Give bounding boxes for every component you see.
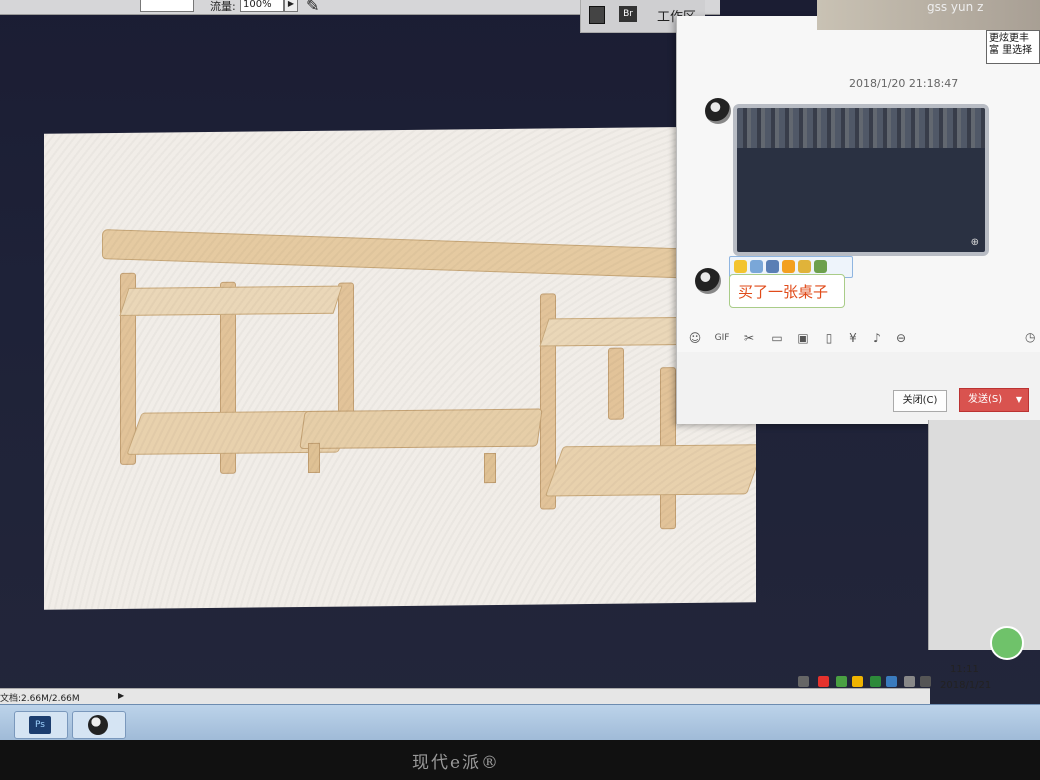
photo-content bbox=[737, 108, 985, 148]
shake-icon[interactable]: ▯ bbox=[821, 330, 837, 346]
document-icon[interactable] bbox=[750, 260, 763, 273]
opacity-field[interactable] bbox=[140, 0, 194, 12]
desk-leg bbox=[660, 367, 676, 530]
status-arrow-icon[interactable]: ▶ bbox=[118, 691, 124, 700]
music-icon[interactable]: ♪ bbox=[869, 330, 885, 346]
tray-keyboard-icon[interactable] bbox=[798, 676, 809, 687]
airbrush-icon[interactable]: ✎ bbox=[306, 0, 319, 15]
tray-update-icon[interactable] bbox=[886, 676, 897, 687]
desk-leg bbox=[338, 282, 354, 415]
contact-name: gss yun z bbox=[927, 0, 984, 14]
taskbar: Ps bbox=[0, 704, 1040, 740]
flow-dropdown-arrow-icon[interactable]: ▶ bbox=[284, 0, 298, 12]
desk-leg bbox=[540, 293, 556, 510]
text-message-bubble[interactable]: 买了一张桌子 bbox=[729, 274, 845, 308]
flow-input[interactable]: 100% bbox=[240, 0, 284, 12]
bridge-icon[interactable]: Br bbox=[619, 6, 637, 22]
emoji-icon[interactable] bbox=[734, 260, 747, 273]
desk-lower-shelf bbox=[126, 410, 354, 455]
ps-canvas[interactable] bbox=[44, 126, 756, 610]
stool-leg bbox=[308, 442, 320, 473]
folder-icon[interactable] bbox=[798, 260, 811, 273]
send-button-label: 发送(S) bbox=[968, 394, 1003, 405]
smiley-icon[interactable]: ☺ bbox=[687, 330, 703, 346]
tray-app-icon[interactable] bbox=[870, 676, 881, 687]
send-button[interactable]: 发送(S) ▼ bbox=[959, 388, 1029, 412]
tray-qq-icon[interactable] bbox=[818, 676, 829, 687]
image-message[interactable]: ⊕ bbox=[733, 104, 989, 256]
tray-network-icon[interactable] bbox=[852, 676, 863, 687]
input-area[interactable]: 关闭(C) 发送(S) ▼ bbox=[677, 352, 1040, 424]
red-packet-icon[interactable]: ¥ bbox=[845, 330, 861, 346]
monitor-bezel: 现代e派® bbox=[0, 740, 1040, 780]
more-icon[interactable]: ⊖ bbox=[893, 330, 909, 346]
footstool-image bbox=[299, 408, 543, 450]
tray-signal-icon[interactable] bbox=[904, 676, 915, 687]
tray-volume-icon[interactable] bbox=[920, 676, 931, 687]
input-toolbar: ☺ GIF ✂ ▭ ▣ ▯ ¥ ♪ ⊖ bbox=[677, 328, 1040, 350]
document-size: 文档:2.66M/2.66M bbox=[0, 694, 80, 704]
history-clock-icon[interactable]: ◷ bbox=[1025, 330, 1035, 344]
close-button[interactable]: 关闭(C) bbox=[893, 390, 947, 412]
zoom-icon[interactable]: ⊕ bbox=[971, 237, 979, 248]
desk-leg bbox=[120, 272, 136, 465]
tray-security-icon[interactable] bbox=[836, 676, 847, 687]
right-panel bbox=[928, 420, 1040, 650]
monitor-brand: 现代e派® bbox=[412, 753, 501, 773]
side-promo-note[interactable]: 更炫更丰富 里选择 bbox=[986, 30, 1040, 64]
flow-label: 流量: bbox=[210, 0, 236, 13]
message-timestamp: 2018/1/20 21:18:47 bbox=[849, 77, 959, 90]
green-gadget-icon[interactable] bbox=[990, 626, 1024, 660]
desk-leg bbox=[608, 347, 624, 420]
scissors-icon[interactable]: ✂ bbox=[741, 330, 757, 346]
qq-chat-window: gss yun z 2018/1/20 21:18:47 ⊕ 买了一张桌子 ☺ … bbox=[676, 0, 1040, 424]
desk-leg bbox=[220, 281, 236, 474]
desk-upper-shelf bbox=[119, 285, 343, 316]
monitor-screen: 流量: 100% ▶ ✎ Br 工作区 gss yun z 2018/1/20 … bbox=[0, 0, 1040, 740]
clock-date[interactable]: 2018/1/21 bbox=[940, 680, 991, 691]
desk-right-lower-shelf bbox=[544, 444, 756, 497]
folder-icon[interactable]: ▭ bbox=[769, 330, 785, 346]
bookmark-icon[interactable] bbox=[814, 260, 827, 273]
taskbar-photoshop[interactable]: Ps bbox=[14, 711, 68, 739]
photoshop-icon: Ps bbox=[29, 716, 51, 734]
sender-avatar[interactable] bbox=[695, 268, 721, 294]
message-text: 买了一张桌子 bbox=[738, 283, 829, 301]
sticker-icon[interactable] bbox=[782, 260, 795, 273]
phone-icon[interactable] bbox=[766, 260, 779, 273]
gif-icon[interactable]: GIF bbox=[711, 330, 733, 346]
qq-avatar-icon bbox=[88, 715, 108, 735]
document-icon[interactable] bbox=[589, 6, 605, 24]
system-tray: 11:11 2018/1/21 bbox=[790, 664, 1040, 706]
stool-leg bbox=[484, 452, 496, 484]
taskbar-qq-chat[interactable] bbox=[72, 711, 126, 739]
image-icon[interactable]: ▣ bbox=[795, 330, 811, 346]
desk-top-image bbox=[102, 229, 744, 281]
sender-avatar[interactable] bbox=[705, 98, 731, 124]
clock-time[interactable]: 11:11 bbox=[950, 664, 979, 675]
chevron-down-icon[interactable]: ▼ bbox=[1016, 389, 1022, 411]
